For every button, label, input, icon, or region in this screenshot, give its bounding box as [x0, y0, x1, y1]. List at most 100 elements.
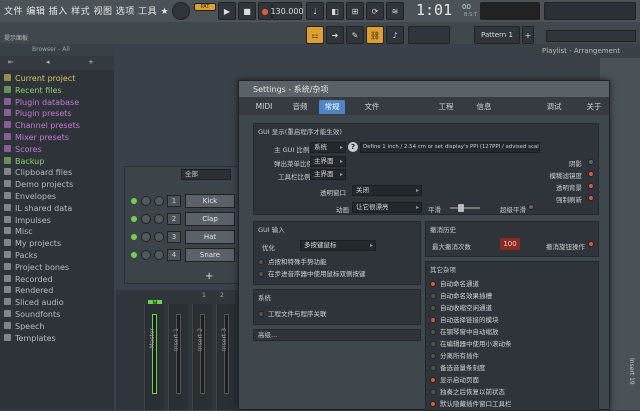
pattern-select[interactable]: Pattern 1: [474, 26, 520, 44]
metronome-button[interactable]: ♩: [306, 2, 324, 20]
popup-scale-select[interactable]: 主界面: [310, 156, 346, 167]
view-next-button[interactable]: ➜: [326, 26, 344, 44]
channel-number[interactable]: 2: [167, 213, 181, 225]
browser-item[interactable]: Recent files: [4, 85, 62, 95]
animation-select[interactable]: 让它很漂亮: [352, 202, 422, 213]
gui-option-toggle[interactable]: [588, 183, 594, 189]
browser-item[interactable]: IL shared data: [4, 203, 72, 213]
browser-item[interactable]: Impulses: [4, 215, 51, 225]
mixer-strip[interactable]: Master: [144, 304, 164, 410]
undo-knob-toggle[interactable]: [588, 241, 594, 247]
misc-option[interactable]: 自动收缩空闲通道: [430, 302, 492, 312]
smooth-slider[interactable]: [450, 207, 480, 209]
channel-pan-knob[interactable]: [154, 196, 164, 206]
channel-name-button[interactable]: Hat: [185, 230, 235, 244]
collapse-icon[interactable]: ⇤: [8, 58, 14, 66]
browser-item[interactable]: Soundfonts: [4, 310, 60, 319]
channel-mute-led[interactable]: [131, 234, 137, 240]
help-icon[interactable]: ?: [348, 142, 358, 152]
misc-option[interactable]: 自动选择链接的模块: [430, 314, 499, 324]
pat-song-toggle[interactable]: PAT: [194, 3, 216, 11]
browser-item[interactable]: Backup: [4, 156, 44, 166]
browser-item[interactable]: Current project: [4, 74, 75, 83]
channel-name-button[interactable]: Clap: [185, 212, 235, 226]
browser-item[interactable]: Clipboard files: [4, 168, 72, 177]
misc-option[interactable]: 在钢琴窗中自动缩放: [430, 326, 499, 336]
misc-option[interactable]: 默认隐藏插件窗口工具栏: [430, 398, 512, 408]
browser-item[interactable]: Channel presets: [4, 121, 80, 130]
ultra-smooth-toggle[interactable]: [528, 204, 534, 210]
browser-item[interactable]: Project bones: [4, 262, 69, 272]
misc-option[interactable]: 显示启动页面: [430, 374, 479, 384]
snap-select[interactable]: [408, 26, 450, 44]
misc-option[interactable]: 自动命名效果插槽: [430, 290, 492, 300]
channel-name-button[interactable]: Snare: [185, 248, 235, 262]
tab-0[interactable]: MIDI: [251, 100, 277, 114]
main-menu[interactable]: 文件 编辑 插入 样式 视图 选项 工具 ★: [4, 4, 169, 17]
channel-mute-led[interactable]: [131, 216, 137, 222]
tab-7[interactable]: 关于: [581, 100, 607, 114]
rack-filter-select[interactable]: 全部: [181, 169, 231, 180]
tab-4[interactable]: 工程: [433, 100, 459, 114]
channel-mute-led[interactable]: [131, 198, 137, 204]
volume-button[interactable]: ♪: [386, 26, 404, 44]
loop-record-button[interactable]: ⟳: [366, 2, 384, 20]
tab-3[interactable]: 文件: [359, 100, 385, 114]
browser-item[interactable]: Rendered: [4, 286, 53, 295]
channel-row[interactable]: 1 Kick: [129, 193, 239, 209]
browse-add-icon[interactable]: +: [88, 58, 94, 66]
input-option[interactable]: 点按和特殊手势功能: [258, 256, 327, 266]
optimize-select[interactable]: 多按键鼠标: [300, 240, 376, 251]
channel-row[interactable]: 2 Clap: [129, 211, 239, 227]
channel-volume-knob[interactable]: [141, 196, 151, 206]
misc-option[interactable]: 独奏之后恢复以前状态: [430, 386, 505, 396]
channel-pan-knob[interactable]: [154, 250, 164, 260]
browser-item[interactable]: Envelopes: [4, 192, 56, 201]
channel-name-button[interactable]: Kick: [185, 194, 235, 208]
browser-item[interactable]: Demo projects: [4, 180, 73, 189]
paint-button[interactable]: ✎: [346, 26, 364, 44]
browser-item[interactable]: Speech: [4, 321, 44, 331]
channel-volume-knob[interactable]: [141, 214, 151, 224]
toolbar-scale-select[interactable]: 主界面: [310, 169, 346, 180]
misc-option[interactable]: 自动命名通道: [430, 278, 479, 288]
browser-item[interactable]: Scores: [4, 144, 42, 154]
browser-item[interactable]: Misc: [4, 227, 33, 236]
channel-number[interactable]: 3: [167, 231, 181, 243]
browser-item[interactable]: Plugin presets: [4, 109, 72, 118]
browser-item[interactable]: My projects: [4, 239, 61, 248]
tab-6[interactable]: 调试: [541, 100, 567, 114]
snap-button[interactable]: ⚏: [306, 26, 324, 44]
mixer-strip[interactable]: Insert 2: [192, 304, 212, 410]
gui-option-toggle[interactable]: [588, 171, 594, 177]
browser-item[interactable]: Recorded: [4, 274, 53, 284]
blend-button[interactable]: ≋: [386, 2, 404, 20]
ppi-setting[interactable]: Define 1 inch / 2.54 cm or set display's…: [360, 142, 540, 153]
mixer-strip[interactable]: Insert 3: [216, 304, 236, 410]
pattern-add-button[interactable]: +: [522, 26, 534, 44]
wait-button[interactable]: ◧: [326, 2, 344, 20]
tab-2[interactable]: 常规: [319, 100, 345, 114]
channel-number[interactable]: 1: [167, 195, 181, 207]
channel-mute-led[interactable]: [131, 252, 137, 258]
tab-1[interactable]: 音频: [287, 100, 313, 114]
mixer-fader[interactable]: [224, 314, 229, 394]
browser-item[interactable]: Templates: [4, 333, 56, 343]
misc-option[interactable]: 分离所有插件: [430, 350, 479, 360]
smooth-slider-handle[interactable]: [458, 204, 464, 212]
browser-item[interactable]: Plugin database: [4, 97, 79, 107]
gui-option-toggle[interactable]: [588, 195, 594, 201]
tempo-display[interactable]: 130.000: [270, 2, 304, 20]
tab-5[interactable]: 信息: [471, 100, 497, 114]
link-button[interactable]: ⛓: [366, 26, 384, 44]
browser-item[interactable]: Packs: [4, 251, 38, 260]
misc-option[interactable]: 备选音量条刻度: [430, 362, 486, 372]
misc-option[interactable]: 在编辑器中使用小滚动条: [430, 338, 512, 348]
advanced-button[interactable]: 高级...: [253, 329, 421, 341]
system-option[interactable]: 工程文件与程序关联: [258, 308, 327, 318]
countdown-button[interactable]: ⊞: [346, 2, 364, 20]
mixer-fader[interactable]: [200, 314, 205, 394]
add-channel-button[interactable]: +: [205, 271, 213, 282]
mixer-fader[interactable]: [152, 314, 157, 394]
channel-pan-knob[interactable]: [154, 214, 164, 224]
